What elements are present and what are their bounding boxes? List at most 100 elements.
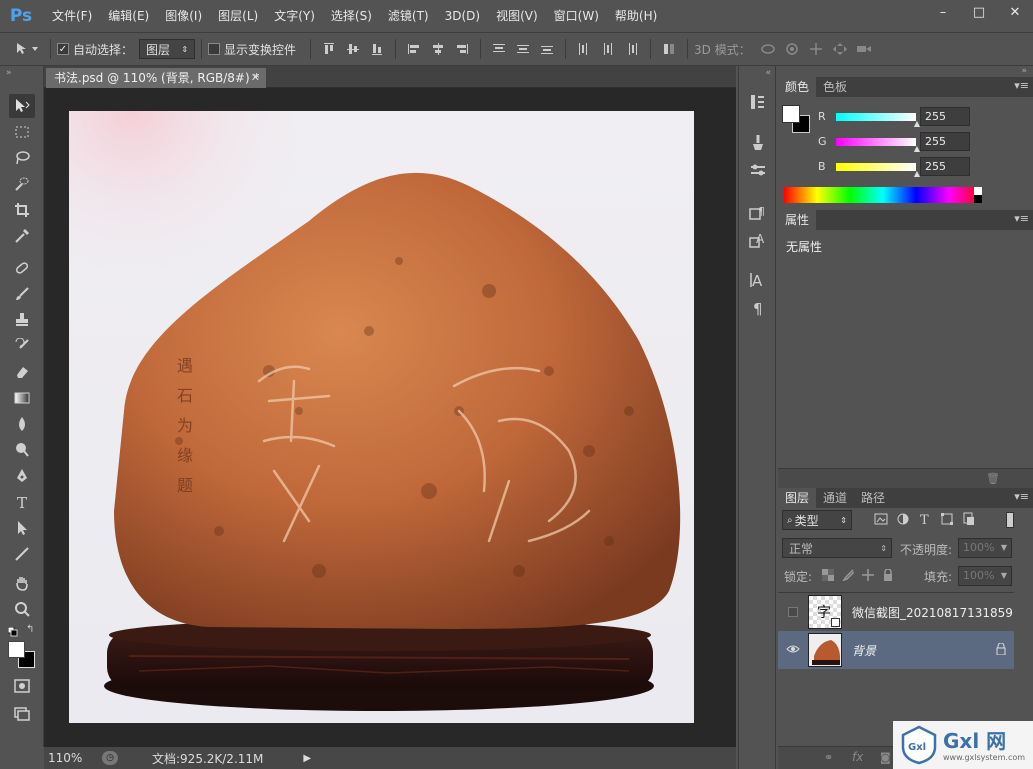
menu-image[interactable]: 图像(I) [157,0,210,32]
eyedropper-tool-icon[interactable] [9,224,35,248]
3d-slide-icon[interactable] [831,40,849,58]
crop-tool-icon[interactable] [9,198,35,222]
align-left-icon[interactable] [405,40,423,58]
lock-transparent-icon[interactable] [822,569,834,584]
hand-tool-icon[interactable] [9,571,35,595]
history-panel-icon[interactable] [748,92,768,112]
tab-channels[interactable]: 通道 [816,488,854,508]
status-info-icon[interactable]: ◷ [102,751,118,765]
link-layers-icon[interactable]: ⚭ [824,751,833,764]
line-tool-icon[interactable] [9,542,35,566]
panels-collapse-icon[interactable]: » [1021,66,1027,76]
fill-dropdown-icon[interactable]: ▼ [1001,567,1007,585]
distribute-right-icon[interactable] [623,40,641,58]
paragraph-panel-icon[interactable]: ¶ [748,298,768,318]
filter-shape-icon[interactable] [940,512,954,529]
menu-file[interactable]: 文件(F) [44,0,100,32]
layers-menu-icon[interactable]: ▾≡ [1014,490,1029,503]
close-tab-icon[interactable]: ✕ [251,68,260,88]
fill-input[interactable]: 100% ▼ [958,566,1012,586]
clone-stamp-tool-icon[interactable] [9,308,35,332]
tab-color[interactable]: 颜色 [778,77,817,97]
lock-pixels-icon[interactable] [842,569,855,584]
lock-all-icon[interactable] [882,568,894,584]
tab-properties[interactable]: 属性 [778,210,817,230]
menu-edit[interactable]: 编辑(E) [100,0,157,32]
character-styles-panel-icon[interactable]: A [748,230,768,250]
color-panel-swatches[interactable] [782,105,812,135]
layer-name[interactable]: 微信截图_20210817131859 [852,604,1013,621]
color-panel-foreground-swatch[interactable] [782,105,800,123]
marquee-tool-icon[interactable] [9,120,35,144]
character-panel-icon[interactable]: A [748,270,768,290]
distribute-left-icon[interactable] [575,40,593,58]
menu-select[interactable]: 选择(S) [323,0,380,32]
brush-tool-icon[interactable] [9,282,35,306]
brush-presets-panel-icon[interactable] [748,132,768,152]
maximize-button[interactable]: □ [961,0,997,24]
brush-panel-icon[interactable] [748,160,768,180]
menu-view[interactable]: 视图(V) [488,0,546,32]
zoom-tool-icon[interactable] [9,597,35,621]
layer-name[interactable]: 背景 [852,642,876,659]
layer-visibility-toggle[interactable] [778,643,808,657]
blur-tool-icon[interactable] [9,412,35,436]
zoom-level[interactable]: 110% [48,751,88,765]
layer-row[interactable]: 背景 [778,631,1014,669]
menu-window[interactable]: 窗口(W) [546,0,607,32]
strip-collapse-icon[interactable]: « [765,68,771,78]
canvas-area[interactable]: 遇石为缘题 [44,88,736,747]
type-tool-icon[interactable]: T [9,490,35,514]
align-top-icon[interactable] [320,40,338,58]
opacity-dropdown-icon[interactable]: ▼ [1001,539,1007,557]
auto-select-checkbox[interactable]: ✓ [57,43,69,55]
trash-icon[interactable]: 🗑 [986,472,1000,485]
filter-toggle[interactable] [1006,512,1014,528]
3d-roll-icon[interactable] [783,40,801,58]
menu-layer[interactable]: 图层(L) [210,0,266,32]
menu-type[interactable]: 文字(Y) [266,0,323,32]
blue-slider[interactable]: ▲ [836,162,920,178]
pen-tool-icon[interactable] [9,464,35,488]
foreground-color-swatch[interactable] [8,641,25,658]
tab-layers[interactable]: 图层 [778,488,817,508]
filter-type-icon[interactable]: T [918,512,932,529]
spot-healing-tool-icon[interactable] [9,256,35,280]
toolbox-collapse-icon[interactable]: » [6,68,12,78]
blend-mode-select[interactable]: 正常 ⇕ [782,538,892,558]
filter-pixel-icon[interactable] [874,512,888,529]
move-tool-icon[interactable] [9,94,35,118]
dodge-tool-icon[interactable] [9,438,35,462]
distribute-top-icon[interactable] [490,40,508,58]
add-mask-icon[interactable]: ◙ [880,751,891,764]
3d-pan-icon[interactable] [807,40,825,58]
show-transform-checkbox[interactable] [208,43,221,55]
align-right-icon[interactable] [453,40,471,58]
color-swatches[interactable] [8,641,36,669]
quick-mask-icon[interactable] [9,674,35,698]
red-value-input[interactable]: 255 [920,107,970,126]
lock-position-icon[interactable] [862,569,874,584]
layer-style-icon[interactable]: fx [852,750,863,764]
minimize-button[interactable]: – [925,0,961,24]
red-slider[interactable]: ▲ [836,112,920,128]
status-menu-arrow-icon[interactable]: ▶ [303,753,311,764]
gradient-tool-icon[interactable] [9,386,35,410]
3d-orbit-icon[interactable] [759,40,777,58]
move-tool-preset-icon[interactable] [13,40,41,58]
layer-filter-select[interactable]: ⌕ 类型 ⇕ [782,510,852,530]
filter-adjustment-icon[interactable] [896,512,910,529]
align-bottom-icon[interactable] [368,40,386,58]
distribute-hcenter-icon[interactable] [599,40,617,58]
menu-filter[interactable]: 滤镜(T) [380,0,437,32]
menu-3d[interactable]: 3D(D) [437,0,488,32]
opacity-input[interactable]: 100% ▼ [958,538,1012,558]
close-button[interactable]: ✕ [997,0,1033,24]
tab-paths[interactable]: 路径 [854,488,892,508]
swap-colors-icon[interactable]: ↰ [26,624,38,636]
distribute-bottom-icon[interactable] [538,40,556,58]
distribute-vcenter-icon[interactable] [514,40,532,58]
green-slider[interactable]: ▲ [836,137,920,153]
tab-swatches[interactable]: 色板 [816,77,854,97]
layer-visibility-toggle[interactable] [778,607,808,617]
